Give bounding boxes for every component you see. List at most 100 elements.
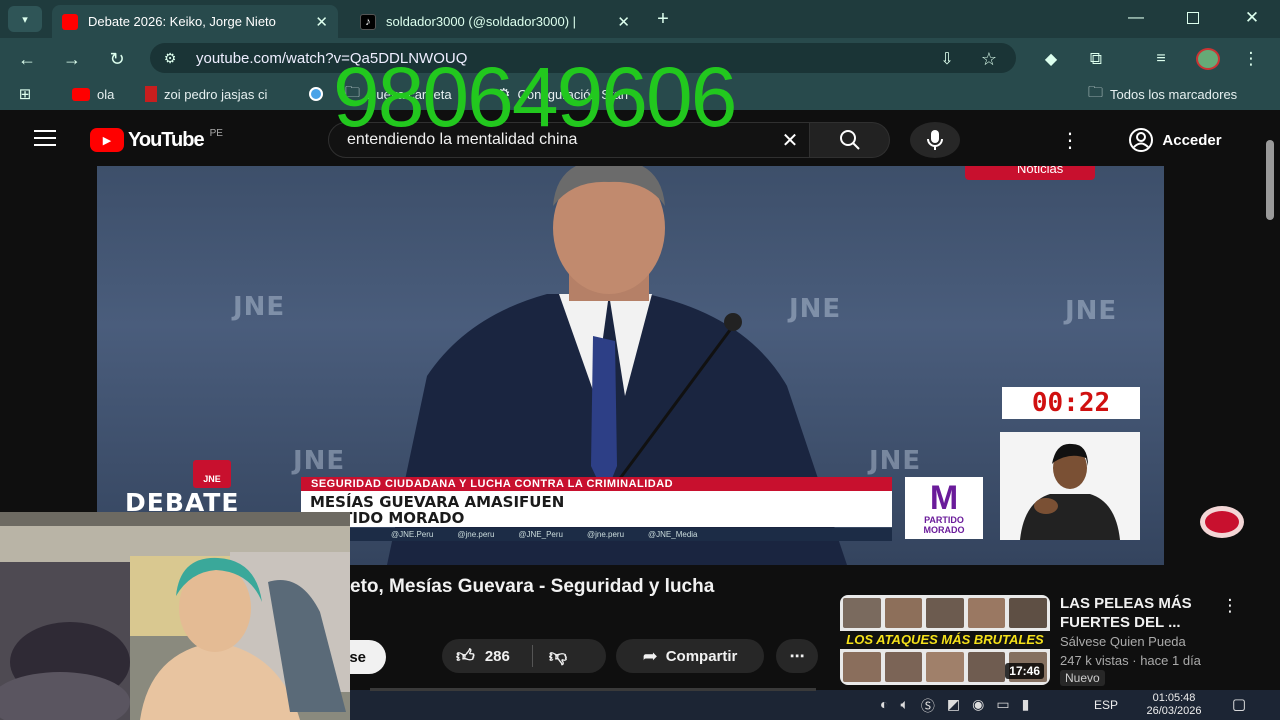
back-icon[interactable]: ← [16,48,38,70]
recommended-title[interactable]: LAS PELEAS MÁS FUERTES DEL ... [1060,594,1220,632]
bookmark-circle[interactable] [309,84,323,104]
profile-avatar[interactable] [1196,48,1220,70]
video-title: eto, Mesías Guevara - Seguridad y lucha [350,576,715,597]
microphone-icon [927,130,943,150]
like-icon[interactable]: 👍︎ [456,645,475,667]
steam-icon[interactable]: ◉ [972,696,984,716]
party-logo: M PARTIDO MORADO [905,477,983,539]
account-icon [1129,128,1154,152]
bookmark-label: zoi pedro jasjas ci [164,86,268,102]
folder-icon: 🗀 [1088,83,1104,101]
close-tab-icon[interactable]: ✕ [617,13,630,31]
channel-badge: Noticias [965,166,1095,180]
all-bookmarks-label: Todos los marcadores [1110,86,1238,102]
social-handle: @JNE.Peru [391,530,434,539]
voice-search-button[interactable] [910,122,960,158]
search-button[interactable] [810,122,890,158]
bookmark-star-icon[interactable]: ☆ [978,48,1000,70]
dislike-icon[interactable]: 👎︎ [549,645,567,667]
discord-icon[interactable]: ◐ [880,696,888,716]
tab-debate[interactable]: Debate 2026: Keiko, Jorge Nieto ✕ [52,5,338,38]
thumbnail-caption: LOS ATAQUES MÁS BRUTALES [840,631,1050,649]
youtube-logo[interactable]: ▶ YouTube PE [90,128,223,152]
install-app-icon[interactable]: ⇩ [936,48,958,70]
page-scrollbar[interactable] [1266,140,1274,220]
clear-search-icon[interactable]: ✕ [778,128,802,152]
language-indicator[interactable]: ESP [1094,698,1118,712]
video-duration: 17:46 [1005,663,1044,679]
sign-language-interpreter [1000,432,1140,540]
social-handles-bar: @JNE.Peru @jne.peru @JNE_Peru @jne.peru … [301,528,892,541]
clock-time: 01:05:48 [1152,692,1196,704]
settings-kebab-icon[interactable]: ⋮ [1060,128,1080,152]
party-logo-text: MORADO [923,525,965,535]
volume-icon[interactable]: 🔈︎ [900,696,908,716]
close-window-icon[interactable]: ✕ [1242,7,1262,29]
close-tab-icon[interactable]: ✕ [315,13,328,31]
clock-date: 26/03/2026 [1146,705,1202,717]
share-button[interactable]: ➦ Compartir [616,639,764,673]
bookmark-ola[interactable]: ola [72,84,114,104]
bookmark-label: ola [97,86,115,102]
more-actions-icon: ⋯ [789,648,805,665]
apps-grid-icon[interactable]: ⊞ [16,85,34,103]
puzzle-icon[interactable]: ⧉ [1085,48,1107,70]
like-count: 286 [484,647,510,665]
clock[interactable]: 01:05:48 26/03/2026 [1134,692,1214,718]
reload-icon[interactable]: ↻ [106,48,128,70]
jne-watermark: JNE [293,446,346,476]
like-dislike-group: 👍︎ 286 👎︎ [442,639,606,673]
recommended-thumbnail[interactable]: LOS ATAQUES MÁS BRUTALES 17:46 [840,595,1050,685]
menu-kebab-icon[interactable]: ⋮ [1243,48,1260,70]
tab-search-icon[interactable]: ▾ [8,6,42,32]
channel-watermark-icon [1200,506,1244,538]
thumbnail-faces-top [840,595,1050,631]
jne-logo-icon: JNE [193,460,231,488]
new-tab-icon[interactable]: + [652,8,674,30]
network-icon[interactable]: ▭ [996,696,1009,716]
notifications-icon[interactable]: ▢ [1228,694,1250,714]
new-badge: Nuevo [1060,670,1105,686]
forward-icon[interactable]: → [61,48,83,70]
recommended-channel[interactable]: Sálvese Quien Pueda [1060,634,1186,649]
video-progress-bar[interactable] [370,688,816,691]
site-info-icon[interactable]: ⚙ [160,49,180,67]
tab-title: Debate 2026: Keiko, Jorge Nieto [88,14,276,29]
topic-text: SEGURIDAD CIUDADANA Y LUCHA CONTRA LA CR… [311,478,674,490]
share-label: Compartir [665,647,738,665]
all-bookmarks[interactable]: 🗀 Todos los marcadores [1088,84,1237,104]
nvidia-icon[interactable]: ◩ [947,696,960,716]
skype-icon[interactable]: Ⓢ [921,696,935,716]
social-handle: @JNE_Peru [518,530,563,539]
debate-timer: 00:22 [1002,387,1140,419]
social-handle: @jne.peru [586,530,625,539]
circle-icon [309,87,323,101]
channel-badge-text: Noticias [1017,166,1064,176]
sign-in-button[interactable]: Acceder [1110,123,1240,157]
recommended-meta: 247 k vistas · hace 1 día [1060,653,1201,668]
divider [531,645,533,667]
tab-title: soldador3000 (@soldador3000) | [386,14,577,29]
webcam-scene [0,512,350,720]
speaker-name: MESÍAS GUEVARA AMASIFUEN [310,493,565,511]
tiktok-icon: ♪ [360,13,376,30]
youtube-icon [72,87,90,101]
interpreter-figure [1020,443,1120,540]
youtube-icon [62,13,78,30]
media-control-icon[interactable]: ≡ [1150,48,1172,70]
hamburger-menu-icon[interactable] [34,130,56,146]
minimize-icon[interactable]: — [1126,8,1146,28]
extension-icon[interactable]: ◆ [1040,48,1062,70]
timer-text: 00:22 [1031,388,1111,418]
recommended-menu-icon[interactable]: ⋮ [1222,596,1239,616]
search-icon [839,130,860,150]
play-logo-icon: ▶ [90,128,124,152]
tab-tiktok[interactable]: ♪ soldador3000 (@soldador3000) | ✕ [350,5,640,38]
maximize-icon[interactable] [1187,12,1199,24]
usb-icon[interactable]: ▮ [1022,696,1030,716]
social-handle: @JNE_Media [648,530,698,539]
more-actions-button[interactable]: ⋯ [776,639,818,673]
region-code: PE [209,128,223,139]
sign-in-label: Acceder [1162,131,1222,149]
bookmark-zoi[interactable]: zoi pedro jasjas ci [145,84,267,104]
